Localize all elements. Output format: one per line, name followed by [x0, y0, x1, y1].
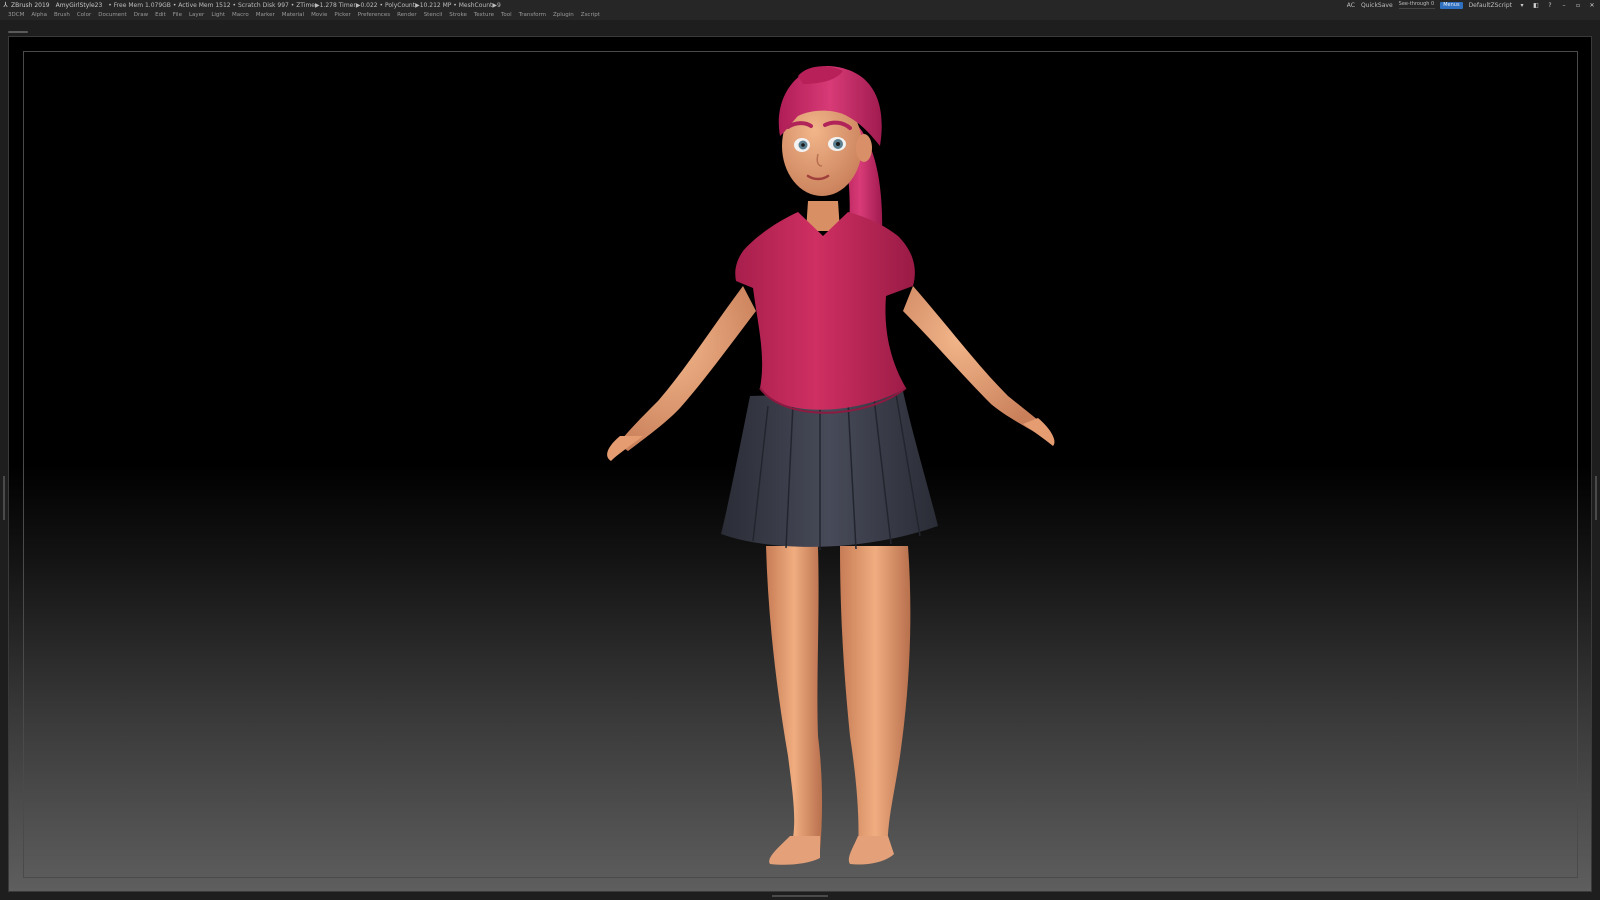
left-foot [769, 836, 820, 865]
right-leg [840, 546, 911, 851]
character-model[interactable] [8, 36, 1592, 892]
see-through-slider[interactable]: See-through 0 [1398, 1, 1435, 9]
help-icon[interactable]: ? [1546, 2, 1554, 9]
menu-edit[interactable]: Edit [155, 12, 166, 18]
see-through-label: See-through [1398, 1, 1430, 7]
title-status-bar: ⅄ ZBrush 2019 AmyGirlStyle23 • Free Mem … [0, 0, 1600, 10]
menu-render[interactable]: Render [397, 12, 417, 18]
menu-texture[interactable]: Texture [474, 12, 494, 18]
right-foot [848, 836, 894, 865]
bottom-tray-handle[interactable] [772, 895, 828, 897]
default-zscript-button[interactable]: DefaultZScript [1469, 2, 1512, 9]
menu-brush[interactable]: Brush [54, 12, 70, 18]
menu-layer[interactable]: Layer [189, 12, 204, 18]
layout-icon[interactable]: ▾ [1518, 2, 1526, 9]
zbrush-logo-icon: ⅄ [3, 1, 8, 9]
memory-stats: • Free Mem 1.079GB • Active Mem 1512 • S… [108, 1, 501, 9]
menu-draw[interactable]: Draw [134, 12, 148, 18]
ac-button[interactable]: AC [1347, 2, 1355, 9]
menu-document[interactable]: Document [98, 12, 127, 18]
menu-stencil[interactable]: Stencil [424, 12, 443, 18]
project-name: AmyGirlStyle23 [55, 1, 103, 9]
top-right-controls: AC QuickSave See-through 0 Menus Default… [1347, 0, 1596, 10]
menu-zscript[interactable]: Zscript [581, 12, 600, 18]
left-tray [0, 36, 8, 892]
minimize-icon[interactable]: – [1560, 2, 1568, 9]
right-tray [1592, 36, 1600, 892]
menu-tool[interactable]: Tool [501, 12, 512, 18]
left-hand [607, 436, 643, 461]
menu-movie[interactable]: Movie [311, 12, 327, 18]
menu-light[interactable]: Light [211, 12, 225, 18]
menu-3dcm[interactable]: 3DCM [8, 12, 24, 18]
main-menu-bar: 3DCM Alpha Brush Color Document Draw Edit File L… [0, 10, 1600, 20]
see-through-track [1398, 7, 1435, 9]
menu-color[interactable]: Color [77, 12, 91, 18]
shirt [735, 212, 915, 410]
menu-preferences[interactable]: Preferences [358, 12, 390, 18]
ui-icon[interactable]: ◧ [1532, 2, 1540, 9]
menu-marker[interactable]: Marker [256, 12, 275, 18]
app-name: ZBrush 2019 [11, 1, 50, 9]
left-arm [618, 286, 756, 451]
menu-zplugin[interactable]: Zplugin [553, 12, 574, 18]
menu-stroke[interactable]: Stroke [449, 12, 467, 18]
left-leg [766, 546, 823, 851]
right-arm [903, 286, 1043, 434]
menu-alpha[interactable]: Alpha [31, 12, 47, 18]
shelf-handle[interactable] [8, 31, 28, 33]
quicksave-button[interactable]: QuickSave [1361, 2, 1393, 9]
right-tray-handle[interactable] [1595, 476, 1597, 520]
ear [856, 134, 872, 162]
left-pupil [801, 143, 805, 147]
see-through-value: 0 [1431, 1, 1435, 7]
menu-transform[interactable]: Transform [519, 12, 546, 18]
menu-picker[interactable]: Picker [334, 12, 350, 18]
menu-material[interactable]: Material [282, 12, 304, 18]
top-shelf [0, 20, 1600, 36]
left-tray-handle[interactable] [3, 476, 5, 520]
right-hand [1023, 418, 1055, 446]
maximize-icon[interactable]: ▫ [1574, 2, 1582, 9]
close-icon[interactable]: ✕ [1588, 2, 1596, 9]
menu-macro[interactable]: Macro [232, 12, 249, 18]
right-pupil [836, 142, 840, 146]
menu-file[interactable]: File [173, 12, 182, 18]
skirt [721, 391, 938, 547]
menus-toggle[interactable]: Menus [1440, 1, 1463, 9]
bottom-tray [0, 892, 1600, 900]
